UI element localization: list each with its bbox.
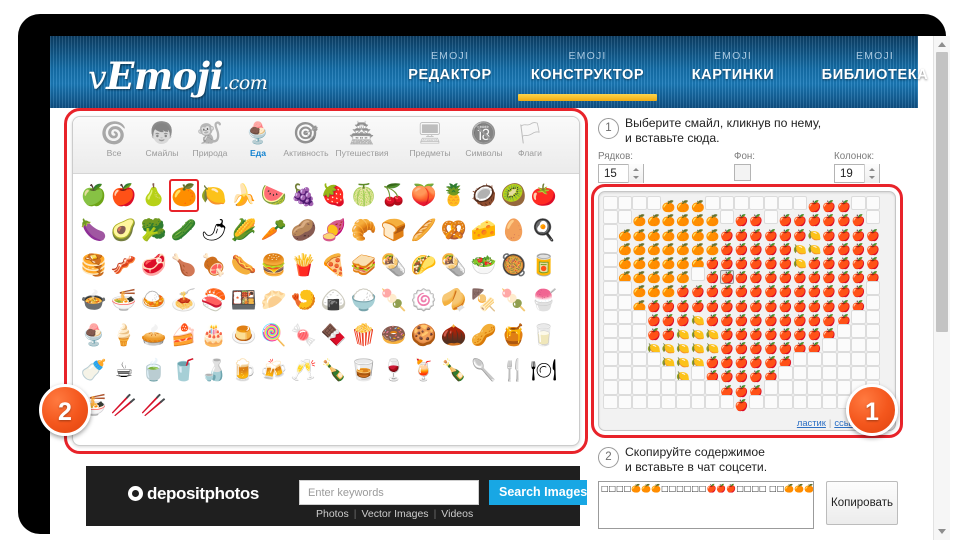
nav-item-constructor[interactable]: EMOJI КОНСТРУКТОР [510,50,665,101]
nav-item-library[interactable]: EMOJI БИБЛИОТЕКА [800,50,950,83]
banner-search-input[interactable]: Enter keywords [299,480,479,505]
cols-value: 19 [840,168,853,180]
constructor-panel: 1 Выберите смайл, кликнув по нему, и вст… [591,116,903,531]
logo-suffix: .com [223,72,268,94]
nav-item-editor[interactable]: EMOJI РЕДАКТОР [390,50,510,83]
page-viewport: vEmoji.com EMOJI РЕДАКТОР EMOJI КОНСТРУК… [50,36,950,540]
nav-main-label: КОНСТРУКТОР [530,67,645,83]
depositphotos-banner: depositphotos Enter keywords Search Imag… [86,466,587,526]
step-1: 1 Выберите смайл, кликнув по нему, и вст… [598,116,898,145]
nav-sub-label: EMOJI [855,50,895,62]
annotation-badge-1: 1 [846,384,898,436]
banner-link-vector[interactable]: Vector Images [361,508,428,520]
rows-stepper-arrows[interactable] [628,164,643,183]
nav-active-underline [518,94,657,101]
step-2-text: Скопируйте содержимое и вставьте в чат с… [625,445,768,474]
background-control: Фон: [734,151,755,181]
cols-control: Колонок: 19 [834,151,880,183]
step-2-number: 2 [598,447,619,468]
site-header: vEmoji.com EMOJI РЕДАКТОР EMOJI КОНСТРУК… [50,36,928,108]
scroll-up-arrow-icon[interactable] [938,42,946,47]
scrollbar-thumb[interactable] [936,52,948,332]
page-body: 🌀 Все 👦 Смайлы 🐒 Природа 🍨 Еда 🎯 Активность 🏯 Путеш… [50,108,918,540]
step-1-number: 1 [598,118,619,139]
annotation-badge-2: 2 [39,384,91,436]
background-label: Фон: [734,151,756,162]
rows-stepper[interactable]: 15 [598,164,644,183]
rows-label: Рядков: [598,151,634,162]
banner-link-videos[interactable]: Videos [441,508,473,520]
banner-brand[interactable]: depositphotos [128,484,259,504]
nav-main-label: РЕДАКТОР [408,67,492,83]
page-scrollbar[interactable] [933,36,950,540]
nav-sub-label: EMOJI [430,50,470,62]
camera-icon [128,486,143,501]
banner-link-photos[interactable]: Photos [316,508,349,520]
nav-main-label: БИБЛИОТЕКА [821,67,929,83]
banner-links: Photos | Vector Images | Videos [316,508,474,520]
rows-control: Рядков: 15 [598,151,644,183]
logo-prefix: v [88,58,107,97]
step-1-text: Выберите смайл, кликнув по нему, и встав… [625,116,822,145]
browser-frame: vEmoji.com EMOJI РЕДАКТОР EMOJI КОНСТРУК… [18,14,950,540]
cols-stepper-arrows[interactable] [864,164,879,183]
rows-value: 15 [604,168,617,180]
emoji-picker-panel: 🌀 Все 👦 Смайлы 🐒 Природа 🍨 Еда 🎯 Активность 🏯 Путеш… [64,108,588,454]
scroll-down-arrow-icon[interactable] [938,529,946,534]
nav-item-pictures[interactable]: EMOJI КАРТИНКИ [668,50,798,83]
step-2: 2 Скопируйте содержимое и вставьте в чат… [598,445,898,474]
cols-stepper[interactable]: 19 [834,164,880,183]
copy-button[interactable]: Копировать [826,481,898,525]
output-area: □□□□🍊🍊🍊□□□□□□🍎🍎🍎□□□□ □□🍊🍊🍊🍊🍊🍊🍎🍎□🍎🍎🍎🍎🍎🍎🍎□… [598,481,898,531]
logo-main: Emoji [106,54,224,98]
banner-brand-label: depositphotos [147,484,259,503]
left-panel-highlight-ring [64,108,588,454]
cols-label: Колонок: [834,151,875,162]
nav-sub-label: EMOJI [568,50,607,62]
background-checkbox[interactable] [734,164,751,181]
nav-main-label: КАРТИНКИ [691,67,775,83]
output-textarea[interactable]: □□□□🍊🍊🍊□□□□□□🍎🍎🍎□□□□ □□🍊🍊🍊🍊🍊🍊🍎🍎□🍎🍎🍎🍎🍎🍎🍎□… [598,481,814,529]
banner-search-button[interactable]: Search Images [489,480,587,505]
nav-sub-label: EMOJI [713,50,753,62]
site-logo[interactable]: vEmoji.com [88,54,268,98]
